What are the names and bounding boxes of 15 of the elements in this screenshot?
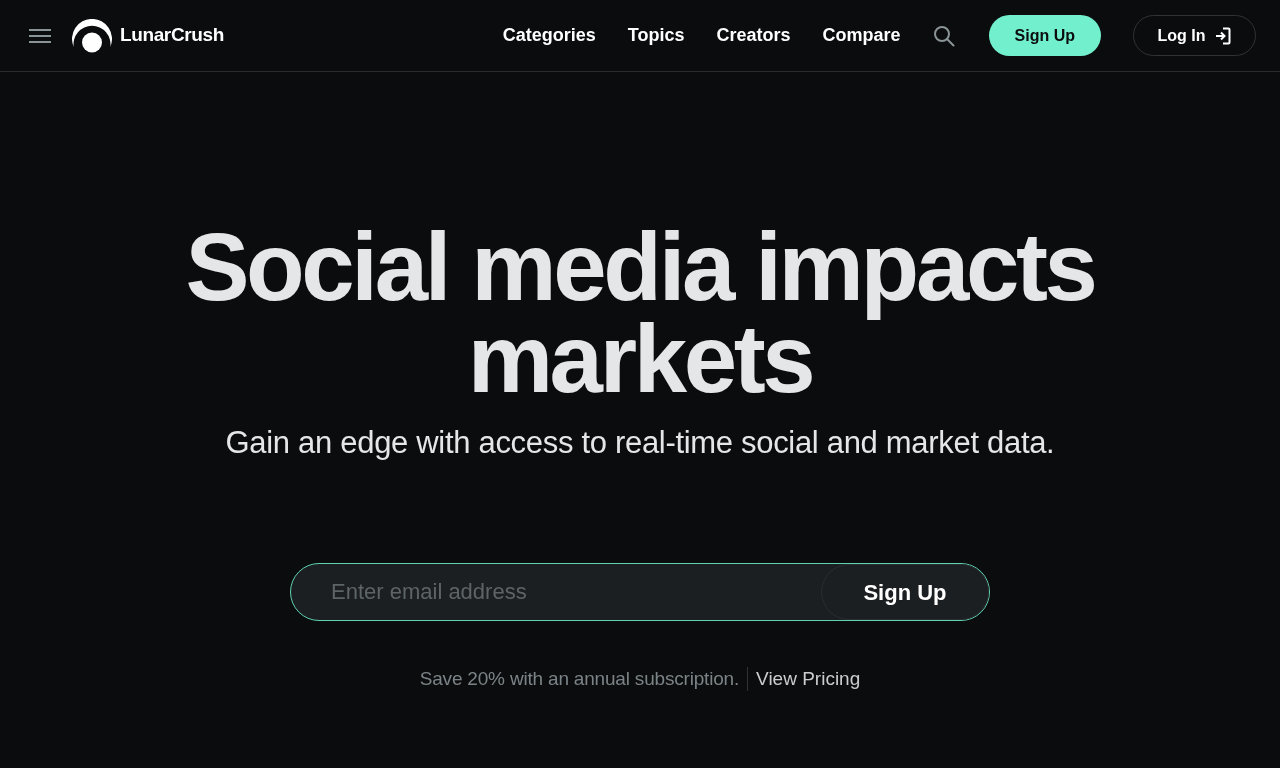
- brand-name[interactable]: LunarCrush: [120, 21, 224, 50]
- pricing-note: Save 20% with an annual subscription.: [419, 667, 740, 691]
- sign-up-button[interactable]: Sign Up: [821, 564, 989, 620]
- nav-link[interactable]: Categories: [502, 22, 596, 49]
- logo-icon[interactable]: [72, 18, 112, 53]
- sign-up-button[interactable]: Sign Up: [988, 15, 1101, 56]
- view-pricing-link[interactable]: View Pricing: [756, 665, 861, 694]
- nav-link[interactable]: Creators: [716, 22, 791, 49]
- menu-icon[interactable]: [28, 26, 52, 45]
- nav-link[interactable]: Topics: [627, 22, 685, 49]
- hero-headline: Social media impacts markets: [184, 221, 1096, 405]
- log-in-icon: [1215, 26, 1232, 45]
- search-icon[interactable]: [932, 24, 955, 47]
- nav-link[interactable]: Compare: [822, 22, 901, 49]
- hero-subtitle: Gain an edge with access to real-time social and market data.: [225, 425, 1055, 461]
